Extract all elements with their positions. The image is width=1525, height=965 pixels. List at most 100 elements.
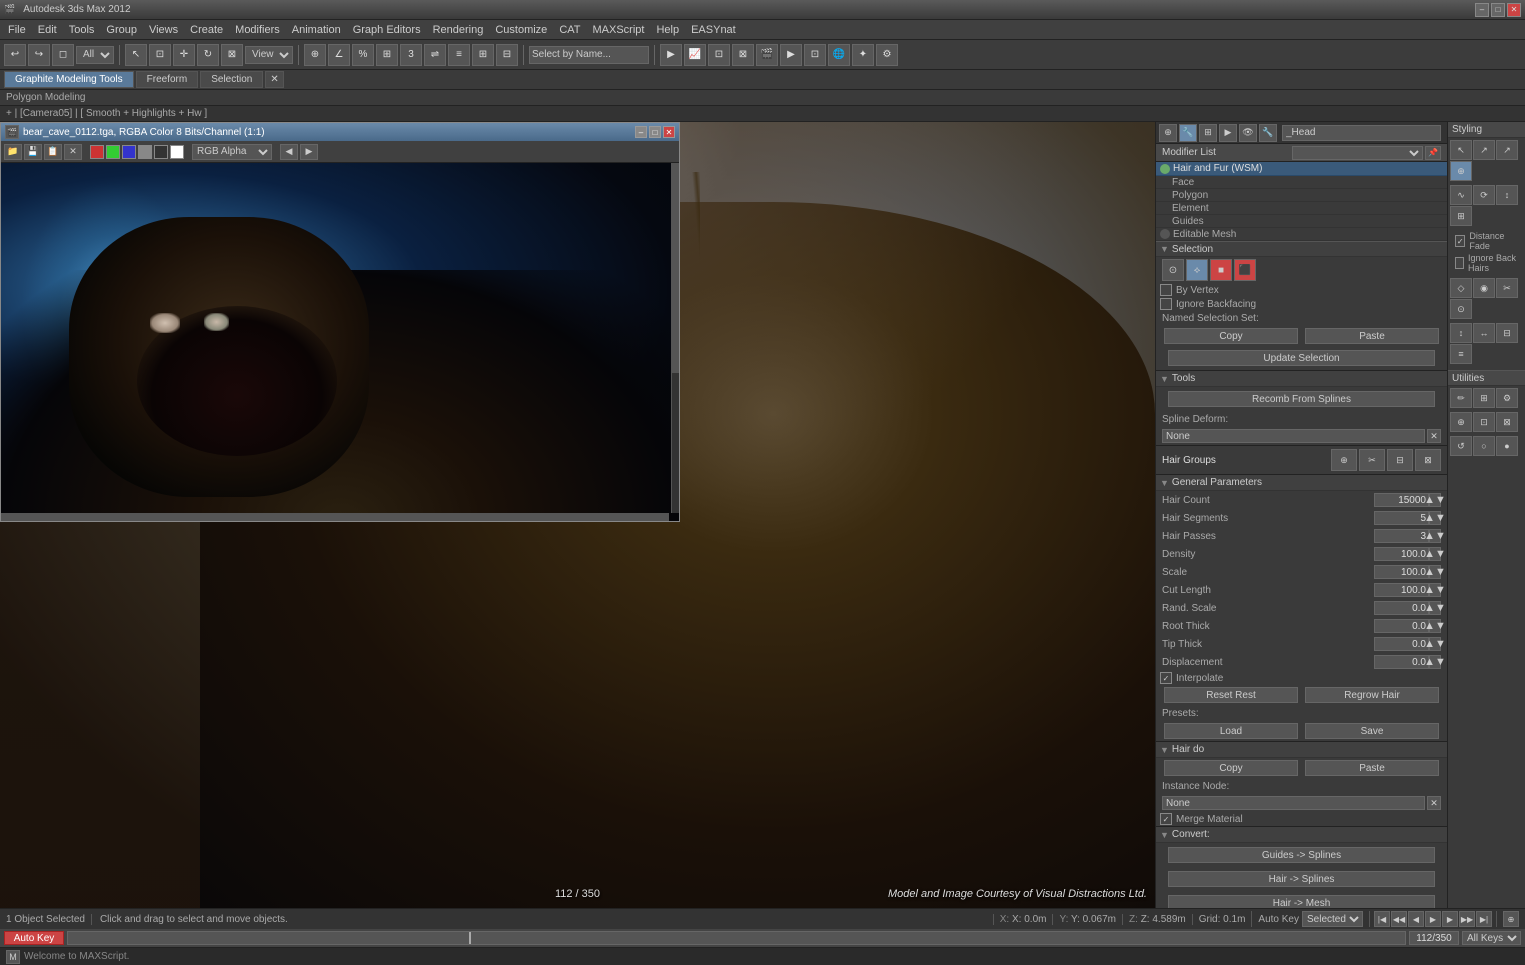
sel-vertex-icon[interactable]: ⊙ [1162, 259, 1184, 281]
float-copy-btn[interactable]: 📋 [44, 144, 62, 160]
rand-scale-input[interactable] [1374, 601, 1429, 615]
hair-passes-spinner[interactable]: ▲▼ [1429, 529, 1441, 543]
color-black-btn[interactable] [154, 145, 168, 159]
tb-layer[interactable]: ⊟ [496, 44, 518, 66]
timeline-scrubber[interactable] [67, 931, 1406, 945]
key-mode-btn[interactable]: ⊕ [1503, 911, 1519, 927]
float-delete-btn[interactable]: ✕ [64, 144, 82, 160]
util-btn-1[interactable]: ✏ [1450, 388, 1472, 408]
sty-btn-8[interactable]: ⊞ [1450, 206, 1472, 226]
tb-render[interactable]: 🎬 [756, 44, 778, 66]
menu-rendering[interactable]: Rendering [427, 22, 490, 38]
tb-scale[interactable]: ⊠ [221, 44, 243, 66]
sel-face-icon[interactable]: ■ [1210, 259, 1232, 281]
close-button[interactable]: ✕ [1507, 3, 1521, 17]
tc-next-key-btn[interactable]: ▶▶ [1459, 911, 1475, 927]
float-prev-btn[interactable]: ◀ [280, 144, 298, 160]
float-window-title[interactable]: 🎬 bear_cave_0112.tga, RGBA Color 8 Bits/… [1, 123, 679, 141]
regrow-hair-btn[interactable]: Regrow Hair [1305, 687, 1439, 703]
scale-spinner[interactable]: ▲▼ [1429, 565, 1441, 579]
float-open-btn[interactable]: 📁 [4, 144, 22, 160]
tb-view-dropdown[interactable]: View [245, 46, 293, 64]
sty-btn-7[interactable]: ↕ [1496, 185, 1518, 205]
tb-render-frame[interactable]: ⊡ [804, 44, 826, 66]
util-btn-8[interactable]: ○ [1473, 436, 1495, 456]
object-name-input[interactable] [1282, 125, 1441, 141]
interpolate-check[interactable] [1160, 672, 1172, 684]
save-btn[interactable]: Save [1305, 723, 1439, 739]
tb-percent-snap[interactable]: % [352, 44, 374, 66]
hair-segments-spinner[interactable]: ▲▼ [1429, 511, 1441, 525]
scale-input[interactable] [1374, 565, 1429, 579]
util-btn-6[interactable]: ⊠ [1496, 412, 1518, 432]
menu-help[interactable]: Help [650, 22, 685, 38]
tb-env[interactable]: 🌐 [828, 44, 850, 66]
ignore-back-hairs-check[interactable] [1455, 257, 1464, 269]
sty-btn-3[interactable]: ↗ [1496, 140, 1518, 160]
menu-animation[interactable]: Animation [286, 22, 347, 38]
hair-group-btn4[interactable]: ⊠ [1415, 449, 1441, 471]
ignore-backfacing-check[interactable] [1160, 298, 1172, 310]
update-selection-btn[interactable]: Update Selection [1168, 350, 1435, 366]
hair-group-btn3[interactable]: ⊟ [1387, 449, 1413, 471]
tb-angle-snap[interactable]: ∠ [328, 44, 350, 66]
spline-deform-field[interactable]: None [1162, 429, 1425, 443]
sty-btn-13[interactable]: ↕ [1450, 323, 1472, 343]
tb-schematic[interactable]: ⊡ [708, 44, 730, 66]
hair-passes-input[interactable] [1374, 529, 1429, 543]
hair-group-btn1[interactable]: ⊕ [1331, 449, 1357, 471]
tip-thick-input[interactable] [1374, 637, 1429, 651]
tc-end-btn[interactable]: ▶| [1476, 911, 1492, 927]
sel-polygon-icon[interactable]: ⬛ [1234, 259, 1256, 281]
hierarchy-icon[interactable]: ⊞ [1199, 124, 1217, 142]
float-maximize-btn[interactable]: □ [649, 126, 661, 138]
displacement-input[interactable] [1374, 655, 1429, 669]
tab-selection[interactable]: Selection [200, 71, 263, 88]
tab-freeform[interactable]: Freeform [136, 71, 199, 88]
sty-btn-15[interactable]: ⊟ [1496, 323, 1518, 343]
menu-group[interactable]: Group [100, 22, 143, 38]
root-thick-input[interactable] [1374, 619, 1429, 633]
menu-graph-editors[interactable]: Graph Editors [347, 22, 427, 38]
sel-paste-btn[interactable]: Paste [1305, 328, 1439, 344]
modifier-guides[interactable]: Guides [1156, 215, 1447, 228]
tb-select-filter[interactable]: ◻ [52, 44, 74, 66]
instance-none-field[interactable]: None [1162, 796, 1425, 810]
density-spinner[interactable]: ▲▼ [1429, 547, 1441, 561]
load-btn[interactable]: Load [1164, 723, 1298, 739]
displacement-spinner[interactable]: ▲▼ [1429, 655, 1441, 669]
sel-edge-icon[interactable]: ⟡ [1186, 259, 1208, 281]
float-minimize-btn[interactable]: – [635, 126, 647, 138]
hairdo-paste-btn[interactable]: Paste [1305, 760, 1439, 776]
menu-file[interactable]: File [2, 22, 32, 38]
modifier-editable-mesh[interactable]: Editable Mesh [1156, 228, 1447, 241]
menu-edit[interactable]: Edit [32, 22, 63, 38]
float-next-btn[interactable]: ▶ [300, 144, 318, 160]
spline-deform-x-btn[interactable]: ✕ [1427, 429, 1441, 443]
frame-display[interactable]: 112/350 [1409, 931, 1459, 945]
by-vertex-check[interactable] [1160, 284, 1172, 296]
float-save-btn[interactable]: 💾 [24, 144, 42, 160]
hair-group-btn2[interactable]: ✂ [1359, 449, 1385, 471]
tb-redo[interactable]: ↪ [28, 44, 50, 66]
sty-btn-6[interactable]: ⟳ [1473, 185, 1495, 205]
selection-name-input[interactable] [529, 46, 649, 64]
tb-select[interactable]: ↖ [125, 44, 147, 66]
util-btn-4[interactable]: ⊕ [1450, 412, 1472, 432]
menu-maxscript[interactable]: MAXScript [587, 22, 651, 38]
tb-quick-render[interactable]: ▶ [780, 44, 802, 66]
menu-views[interactable]: Views [143, 22, 184, 38]
sty-btn-1[interactable]: ↖ [1450, 140, 1472, 160]
cut-length-input[interactable] [1374, 583, 1429, 597]
instance-x-btn[interactable]: ✕ [1427, 796, 1441, 810]
color-white-btn[interactable] [170, 145, 184, 159]
util-btn-3[interactable]: ⚙ [1496, 388, 1518, 408]
tc-play-btn[interactable]: ▶ [1425, 911, 1441, 927]
reset-rest-btn[interactable]: Reset Rest [1164, 687, 1298, 703]
tc-prev-btn[interactable]: ◀ [1408, 911, 1424, 927]
root-thick-spinner[interactable]: ▲▼ [1429, 619, 1441, 633]
tc-start-btn[interactable]: |◀ [1374, 911, 1390, 927]
tb-array[interactable]: ⊞ [472, 44, 494, 66]
density-input[interactable] [1374, 547, 1429, 561]
sty-btn-12[interactable]: ⊙ [1450, 299, 1472, 319]
